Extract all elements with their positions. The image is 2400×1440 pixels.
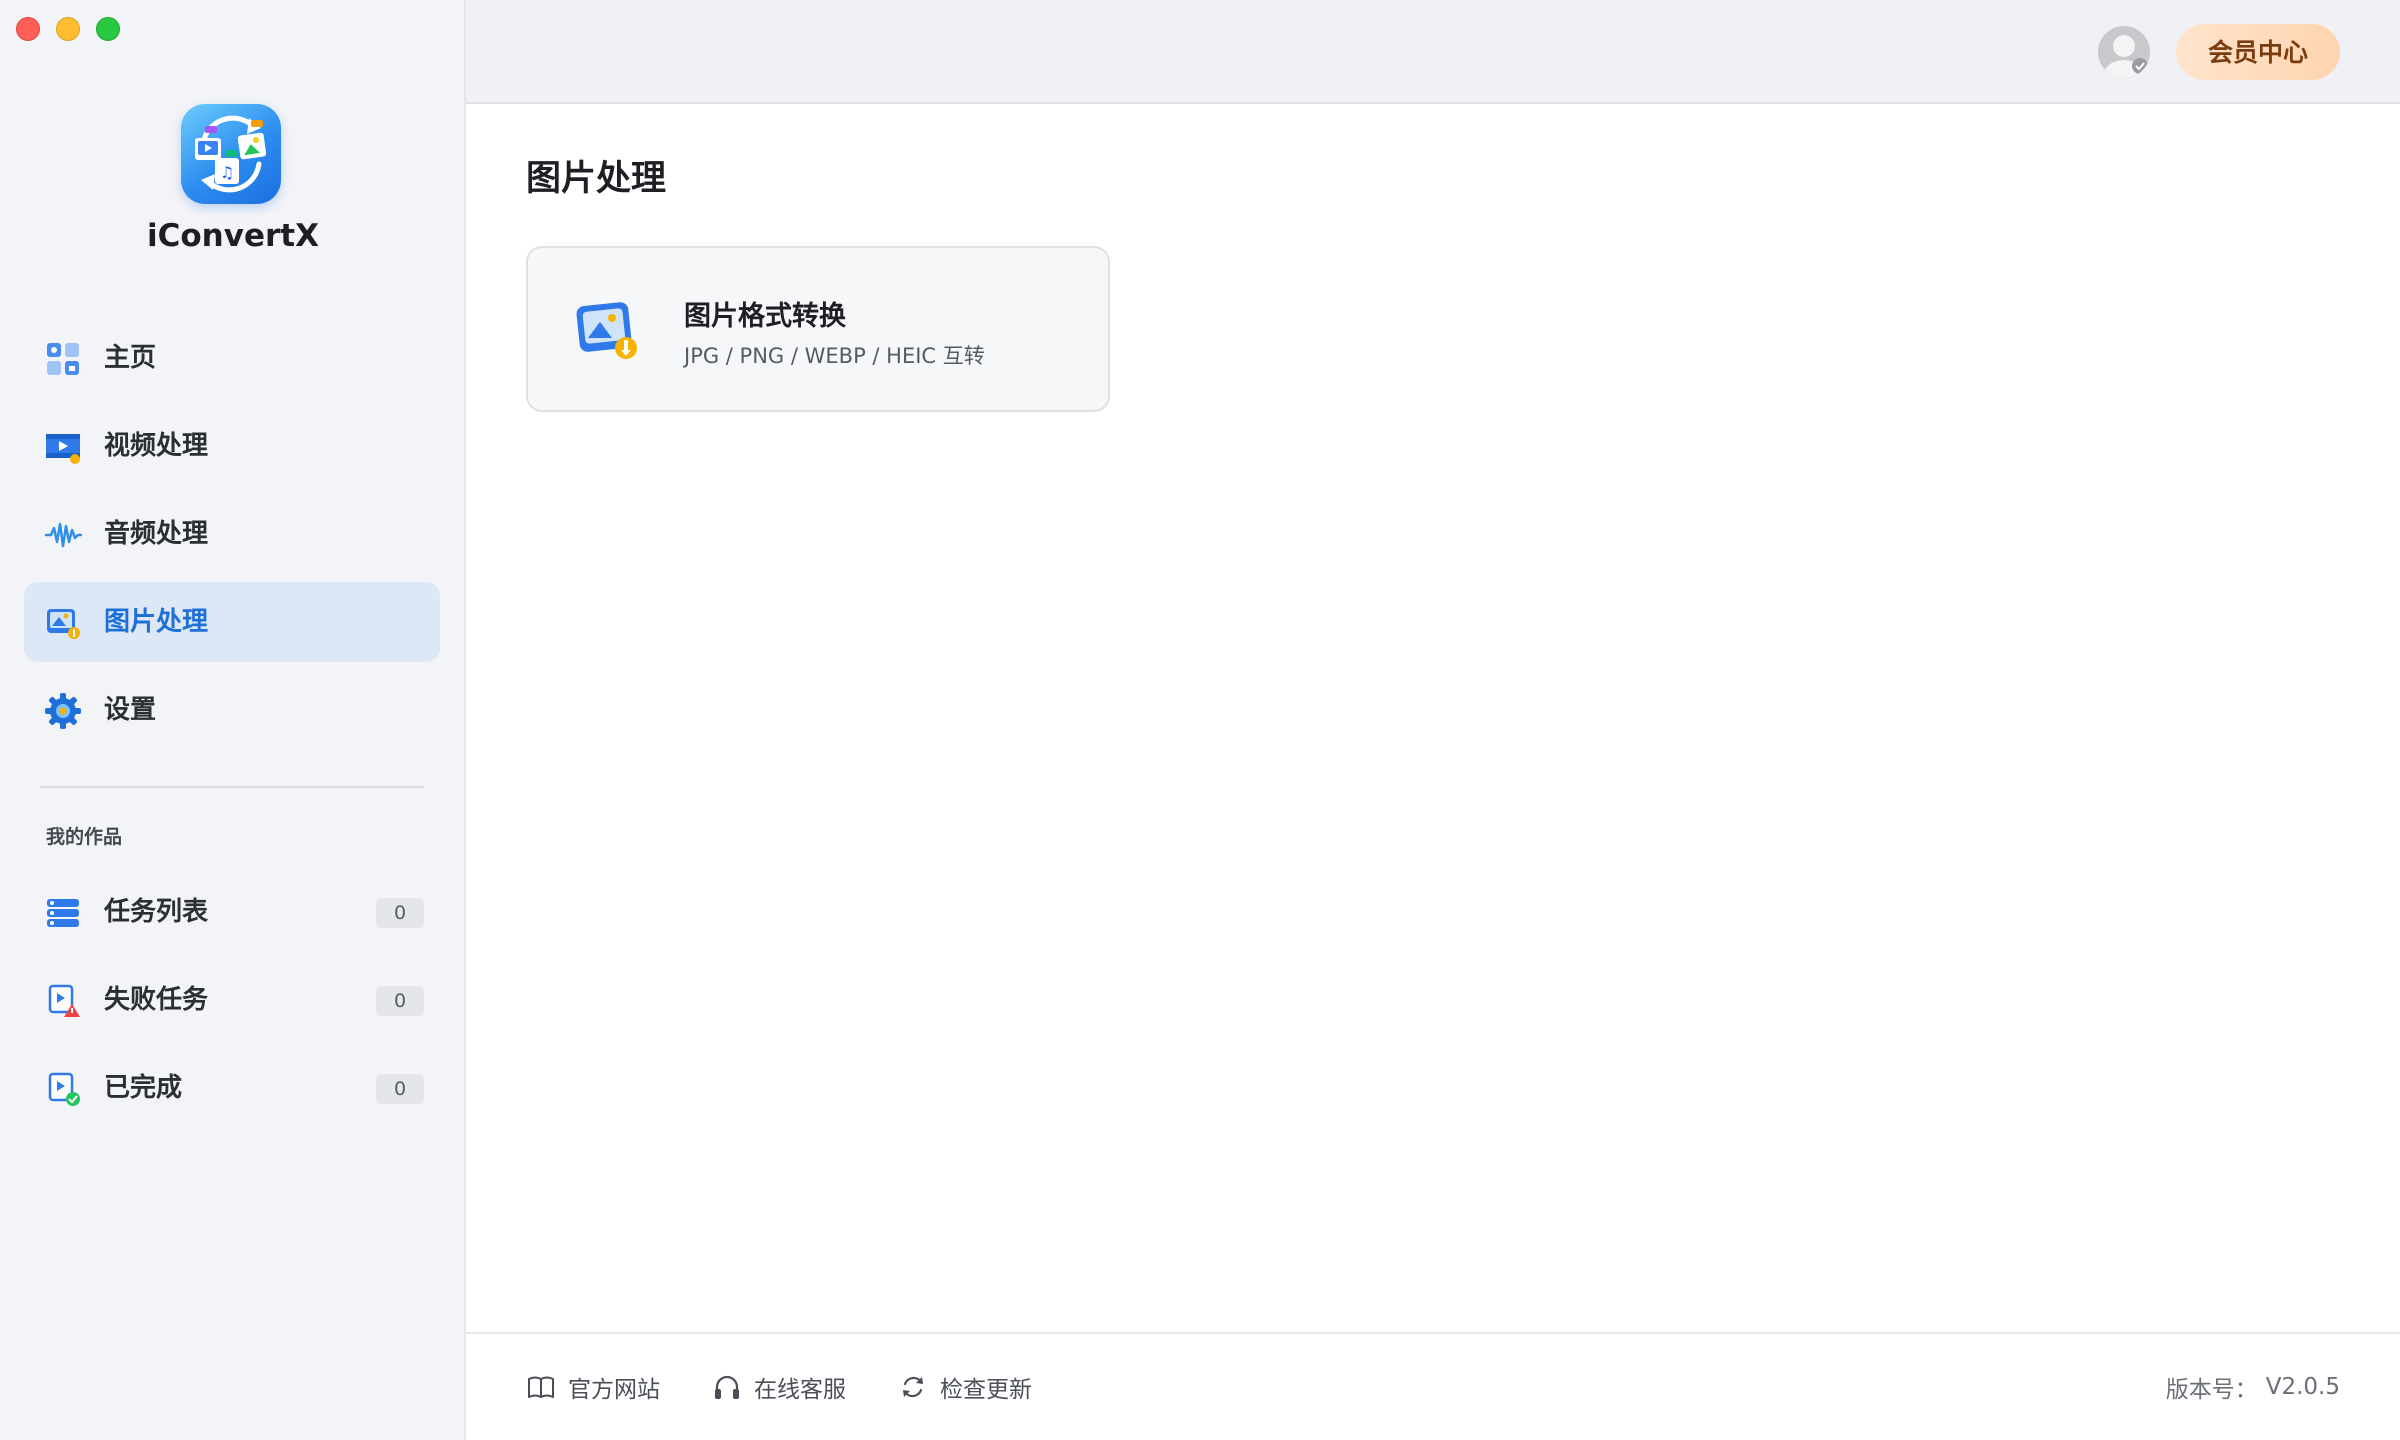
online-support-link[interactable]: 在线客服 [712, 1334, 846, 1440]
sidebar: ♫ iConvertX 主页 视频处理 音频处理 图片处理 设置 我的作品 任务… [0, 0, 466, 1440]
app-name: iConvertX [147, 218, 319, 254]
card-description: JPG / PNG / WEBP / HEIC 互转 [684, 344, 985, 368]
footer-link-label: 官方网站 [568, 1377, 660, 1403]
video-icon [44, 428, 82, 466]
audio-wave-icon [44, 516, 83, 554]
failed-count-badge: 0 [376, 986, 424, 1016]
sidebar-item-label: 主页 [104, 343, 157, 373]
user-avatar[interactable] [2098, 26, 2150, 78]
sidebar-item-audio[interactable]: 音频处理 [24, 494, 440, 574]
completed-icon [44, 1070, 82, 1108]
sidebar-item-image[interactable]: 图片处理 [24, 582, 440, 662]
headphones-icon [715, 1375, 739, 1399]
failed-task-icon [44, 982, 82, 1020]
window-maximize-button[interactable] [96, 17, 120, 41]
footer-link-label: 在线客服 [754, 1377, 846, 1403]
official-website-link[interactable]: 官方网站 [526, 1334, 660, 1440]
version-value: V2.0.5 [2265, 1374, 2340, 1400]
book-icon [528, 1376, 554, 1398]
sidebar-item-label: 失败任务 [104, 985, 209, 1015]
sidebar-item-label: 视频处理 [104, 431, 209, 461]
sidebar-item-home[interactable]: 主页 [24, 318, 440, 398]
user-icon [2104, 35, 2148, 78]
top-bar: 会员中心 [466, 0, 2400, 104]
card-title: 图片格式转换 [684, 301, 846, 332]
sidebar-item-label: 图片处理 [104, 607, 209, 637]
sidebar-item-label: 已完成 [104, 1073, 183, 1103]
task-list-icon [44, 894, 82, 932]
version-label: 版本号： [2165, 1377, 2258, 1403]
task-count-badge: 0 [376, 898, 424, 928]
svg-text:♫: ♫ [220, 163, 234, 182]
image-convert-icon [572, 294, 644, 366]
image-format-convert-card[interactable]: 图片格式转换 JPG / PNG / WEBP / HEIC 互转 [526, 246, 1110, 412]
my-works-heading: 我的作品 [46, 826, 123, 848]
completed-count-badge: 0 [376, 1074, 424, 1104]
main-content: 图片处理 图片格式转换 JPG / PNG / WEBP / HEIC 互转 [466, 104, 2400, 1332]
sidebar-item-video[interactable]: 视频处理 [24, 406, 440, 486]
image-icon [44, 604, 82, 642]
home-grid-icon [44, 340, 82, 378]
sidebar-item-completed[interactable]: 已完成 0 [24, 1048, 440, 1128]
footer: 官方网站 在线客服 检查更新 版本号： V2.0.5 [466, 1332, 2400, 1440]
sidebar-item-settings[interactable]: 设置 [24, 670, 440, 750]
sidebar-item-task-list[interactable]: 任务列表 0 [24, 872, 440, 952]
sidebar-item-label: 音频处理 [104, 519, 209, 549]
sidebar-item-label: 任务列表 [104, 897, 209, 927]
sidebar-divider [40, 786, 424, 788]
sidebar-item-label: 设置 [104, 695, 157, 725]
page-title: 图片处理 [526, 159, 667, 199]
gear-icon [44, 692, 82, 730]
footer-link-label: 检查更新 [940, 1377, 1032, 1403]
vip-center-button[interactable]: 会员中心 [2176, 24, 2340, 80]
version-info: 版本号： V2.0.5 [2166, 1334, 2340, 1440]
sidebar-item-failed-tasks[interactable]: 失败任务 0 [24, 960, 440, 1040]
refresh-icon [903, 1376, 923, 1398]
app-logo-icon: ♫ [181, 104, 281, 204]
app-window: ♫ iConvertX 主页 视频处理 音频处理 图片处理 设置 我的作品 任务… [0, 0, 2400, 1440]
window-close-button[interactable] [16, 17, 40, 41]
window-minimize-button[interactable] [56, 17, 80, 41]
check-update-link[interactable]: 检查更新 [898, 1334, 1032, 1440]
